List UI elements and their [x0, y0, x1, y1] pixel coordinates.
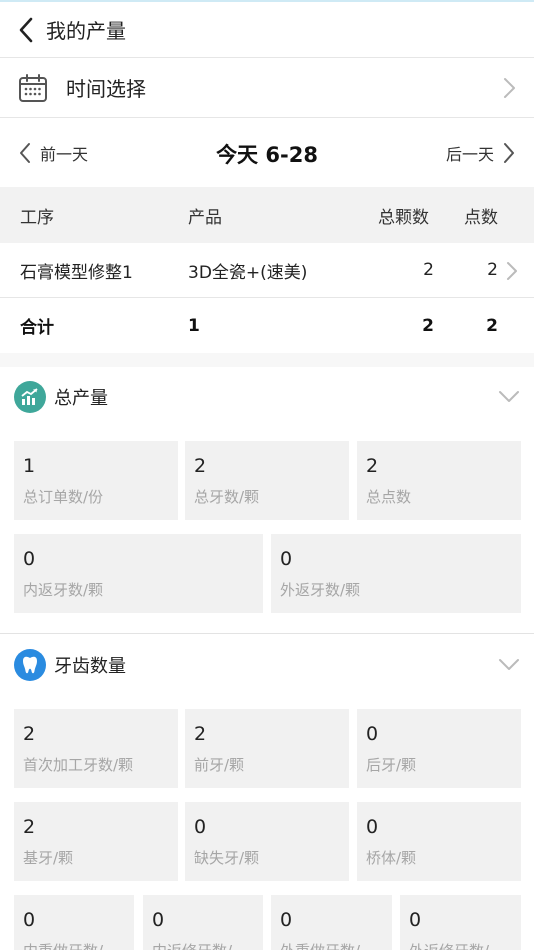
page-title: 我的产量	[46, 19, 126, 43]
stat-card-total-teeth: 2 总牙数/颗	[185, 441, 349, 520]
app-header: 我的产量	[0, 2, 534, 58]
stat-card-internal-returns: 0 内返牙数/颗	[14, 534, 263, 613]
chevron-down-icon	[498, 657, 520, 676]
stat-label: 总点数	[366, 488, 412, 506]
chevron-right-icon	[506, 261, 518, 286]
column-header-total-count: 总颗数	[378, 207, 429, 228]
stat-label: 基牙/颗	[23, 849, 74, 867]
stat-label: 内返牙数/颗	[23, 581, 104, 599]
chevron-right-icon	[502, 77, 516, 103]
stat-value: 0	[280, 909, 293, 931]
stat-value: 0	[23, 909, 36, 931]
table-total-row: 合计 1 2 2	[0, 298, 534, 353]
next-day-label: 后一天	[445, 145, 494, 164]
stat-card-abutment: 2 基牙/颗	[14, 802, 178, 881]
stat-card-total-points: 2 总点数	[357, 441, 521, 520]
stat-label: 首次加工牙数/颗	[23, 756, 134, 774]
stat-card-external-repair: 0 外返修牙数/	[400, 895, 521, 950]
tooth-icon	[14, 649, 46, 681]
stat-card-missing-teeth: 0 缺失牙/颗	[185, 802, 349, 881]
stat-value: 2	[194, 455, 207, 477]
stat-card-front-teeth: 2 前牙/颗	[185, 709, 349, 788]
time-select-label: 时间选择	[66, 77, 146, 101]
stat-value: 1	[23, 455, 36, 477]
stat-card-total-orders: 1 总订单数/份	[14, 441, 178, 520]
time-select-row[interactable]: 时间选择	[0, 58, 534, 118]
chevron-right-icon	[504, 143, 514, 163]
stat-card-external-redo: 0 外重做牙数/	[271, 895, 392, 950]
stat-value: 0	[366, 816, 379, 838]
stat-card-pontic: 0 桥体/颗	[357, 802, 521, 881]
section-divider	[0, 633, 534, 634]
stat-value: 0	[194, 816, 207, 838]
chevron-down-icon	[498, 389, 520, 408]
stat-label: 内重做牙数/	[23, 940, 103, 950]
column-header-product: 产品	[188, 207, 222, 228]
total-product-count: 1	[188, 315, 200, 336]
stat-label: 外重做牙数/	[280, 940, 360, 950]
stat-label: 后牙/颗	[366, 756, 417, 774]
stat-label: 内返修牙数/	[152, 940, 232, 950]
stat-value: 0	[366, 723, 379, 745]
stat-card-internal-repair: 0 内返修牙数/	[143, 895, 263, 950]
stat-value: 2	[366, 455, 379, 477]
stat-value: 0	[280, 548, 293, 570]
total-count-sum: 2	[422, 315, 434, 336]
back-arrow-icon[interactable]	[6, 2, 46, 58]
stat-label: 外返牙数/颗	[280, 581, 361, 599]
stat-label: 外返修牙数/	[409, 940, 489, 950]
total-output-header[interactable]: 总产量	[0, 367, 534, 427]
chart-growth-icon	[14, 381, 46, 413]
day-navigation: 前一天 今天 6-28 后一天	[0, 119, 534, 187]
stat-value: 0	[152, 909, 165, 931]
section-gap	[0, 353, 534, 367]
stat-card-first-processed: 2 首次加工牙数/颗	[14, 709, 178, 788]
table-header: 工序 产品 总颗数 点数	[0, 187, 534, 243]
stat-label: 总牙数/颗	[194, 488, 260, 506]
process-cell: 石膏模型修整1	[20, 262, 133, 283]
stat-card-external-returns: 0 外返牙数/颗	[271, 534, 521, 613]
calendar-icon	[18, 73, 48, 103]
stat-value: 0	[23, 548, 36, 570]
column-header-points: 点数	[464, 207, 498, 228]
table-row[interactable]: 石膏模型修整1 3D全瓷+(速美) 2 2	[0, 243, 534, 298]
stat-label: 总订单数/份	[23, 488, 104, 506]
total-output-title: 总产量	[54, 388, 108, 409]
total-points-sum: 2	[486, 315, 498, 336]
stat-value: 2	[23, 723, 36, 745]
total-label: 合计	[20, 318, 54, 338]
stat-value: 0	[409, 909, 422, 931]
stat-label: 缺失牙/颗	[194, 849, 260, 867]
column-header-process: 工序	[20, 207, 54, 228]
teeth-count-title: 牙齿数量	[54, 656, 126, 677]
teeth-count-header[interactable]: 牙齿数量	[0, 635, 534, 695]
stat-card-back-teeth: 0 后牙/颗	[357, 709, 521, 788]
stat-card-internal-redo: 0 内重做牙数/	[14, 895, 134, 950]
stat-label: 前牙/颗	[194, 756, 245, 774]
stat-value: 2	[23, 816, 36, 838]
total-count-cell: 2	[423, 260, 434, 280]
stat-label: 桥体/颗	[366, 849, 417, 867]
next-day-button[interactable]: 后一天	[446, 141, 516, 165]
points-cell: 2	[487, 260, 498, 280]
stat-value: 2	[194, 723, 207, 745]
product-cell: 3D全瓷+(速美)	[188, 262, 308, 283]
